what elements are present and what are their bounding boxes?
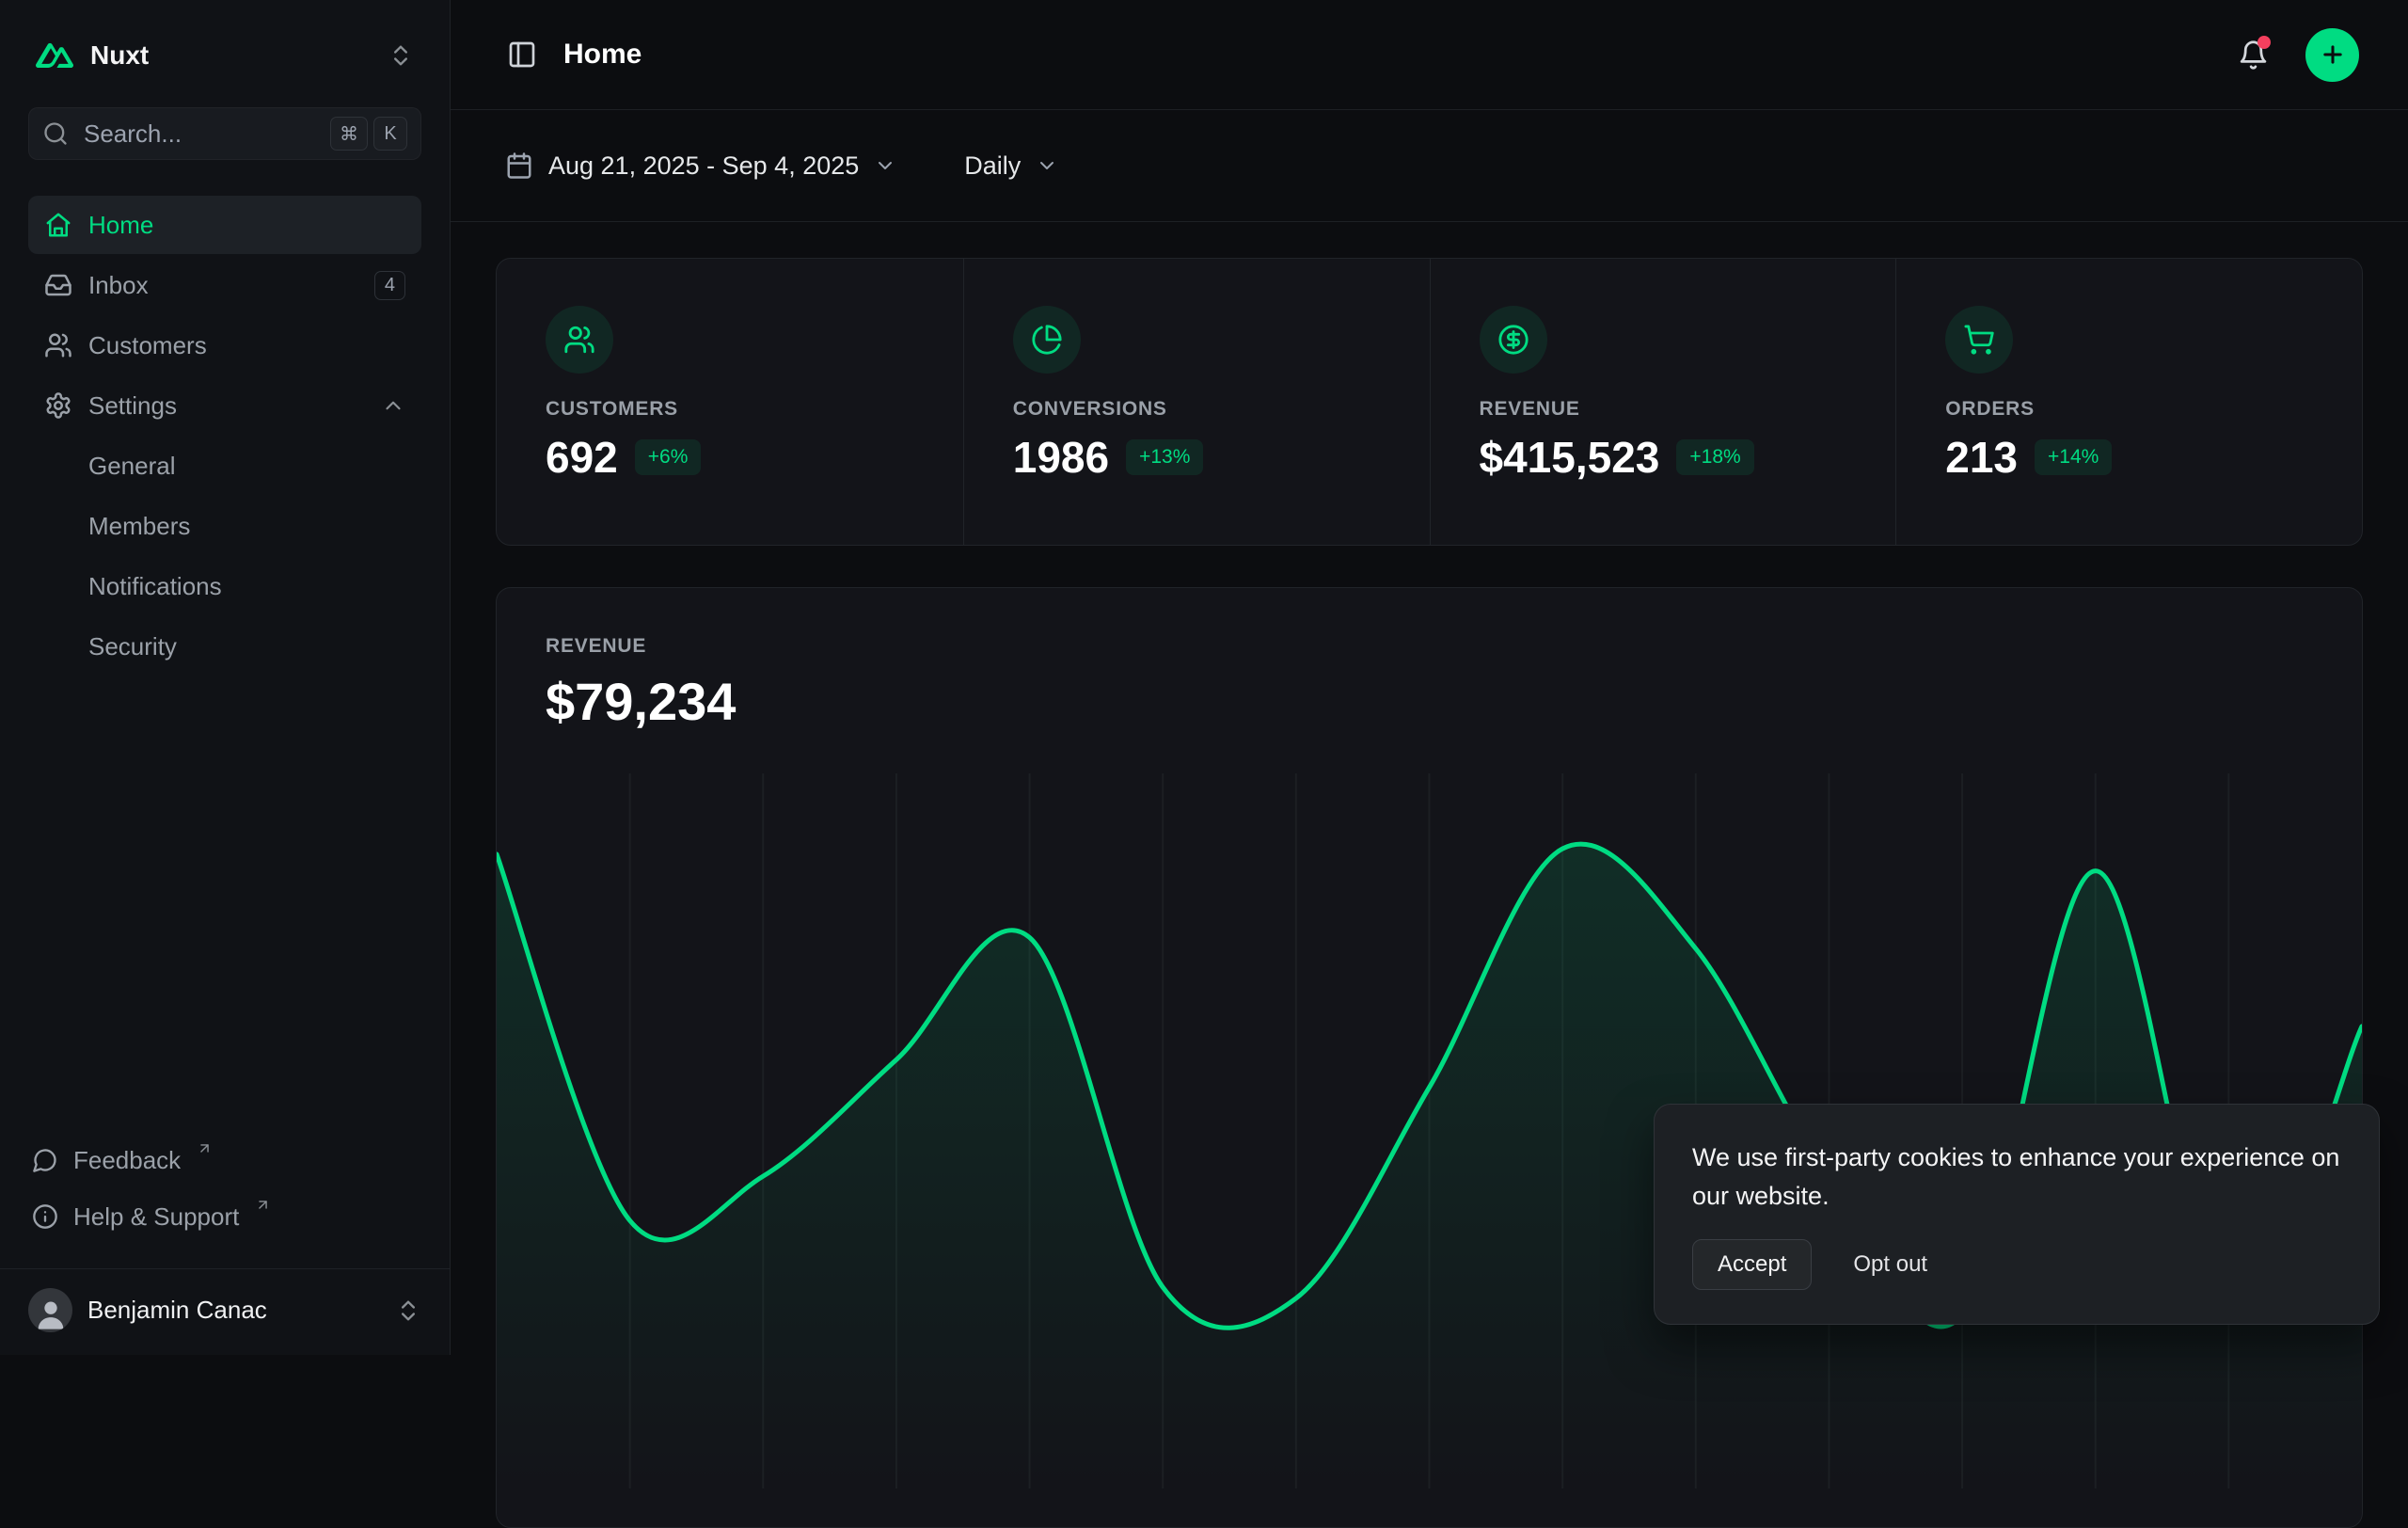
- date-range-picker[interactable]: Aug 21, 2025 - Sep 4, 2025: [496, 151, 906, 181]
- stats-card: CUSTOMERS 692 +6% CONVERSIONS 1986 +13%: [496, 258, 2363, 546]
- info-circle-icon: [32, 1203, 58, 1230]
- users-icon: [44, 331, 72, 359]
- nuxt-logo-icon: [36, 37, 73, 74]
- users-icon: [546, 306, 613, 374]
- sidebar-item-inbox[interactable]: Inbox 4: [28, 256, 421, 314]
- sidebar-item-label: Inbox: [88, 271, 149, 300]
- stat-value: $415,523: [1480, 432, 1660, 483]
- granularity-select[interactable]: Daily: [955, 151, 1068, 181]
- help-support-label: Help & Support: [73, 1202, 239, 1232]
- sidebar-item-label: Customers: [88, 331, 207, 360]
- stat-value: 692: [546, 432, 618, 483]
- external-link-icon: [255, 1197, 271, 1213]
- sidebar-item-settings[interactable]: Settings: [28, 376, 421, 435]
- stat-conversions: CONVERSIONS 1986 +13%: [963, 259, 1430, 545]
- sidebar-subitem-notifications[interactable]: Notifications: [28, 557, 421, 615]
- chevrons-up-down-icon: [388, 42, 414, 69]
- search-input[interactable]: [82, 119, 317, 150]
- stat-delta-badge: +14%: [2035, 439, 2112, 475]
- sidebar: Nuxt ⌘ K Home: [0, 0, 451, 1355]
- search-box[interactable]: ⌘ K: [28, 107, 421, 160]
- sidebar-footer-links: Feedback Help & Support: [28, 1137, 421, 1255]
- stat-delta-badge: +18%: [1676, 439, 1753, 475]
- date-range-label: Aug 21, 2025 - Sep 4, 2025: [548, 151, 859, 181]
- cookie-message: We use first-party cookies to enhance yo…: [1692, 1138, 2341, 1215]
- chevron-down-icon: [874, 154, 896, 177]
- notifications-button[interactable]: [2234, 36, 2272, 73]
- stat-value: 213: [1945, 432, 2018, 483]
- avatar: [28, 1288, 72, 1332]
- user-menu[interactable]: Benjamin Canac: [0, 1268, 450, 1355]
- external-link-icon: [197, 1140, 213, 1156]
- cookie-consent-toast: We use first-party cookies to enhance yo…: [1654, 1104, 2380, 1325]
- brand-name: Nuxt: [90, 40, 149, 71]
- stat-customers: CUSTOMERS 692 +6%: [497, 259, 963, 545]
- stat-value: 1986: [1013, 432, 1109, 483]
- panel-left-icon: [507, 40, 537, 70]
- inbox-icon: [44, 271, 72, 299]
- help-support-link[interactable]: Help & Support: [32, 1193, 418, 1240]
- sidebar-subitem-security[interactable]: Security: [28, 617, 421, 676]
- stat-delta-badge: +13%: [1126, 439, 1203, 475]
- kbd-k: K: [373, 117, 407, 151]
- kbd-command: ⌘: [330, 117, 368, 151]
- sidebar-item-label: Home: [88, 211, 153, 240]
- user-name: Benjamin Canac: [87, 1296, 267, 1325]
- chevron-down-icon: [1036, 154, 1058, 177]
- notification-dot: [2258, 36, 2271, 49]
- feedback-link[interactable]: Feedback: [32, 1137, 418, 1184]
- revenue-chart-card: REVENUE $79,234: [496, 587, 2363, 1528]
- feedback-label: Feedback: [73, 1146, 181, 1175]
- sidebar-subitem-general[interactable]: General: [28, 437, 421, 495]
- filters-bar: Aug 21, 2025 - Sep 4, 2025 Daily: [451, 110, 2408, 222]
- optout-cookies-button[interactable]: Opt out: [1853, 1251, 1927, 1278]
- sidebar-subitem-members[interactable]: Members: [28, 497, 421, 555]
- home-icon: [44, 211, 72, 239]
- revenue-card-label: REVENUE: [497, 635, 2362, 658]
- stat-label: ORDERS: [1945, 398, 2313, 421]
- team-switcher[interactable]: Nuxt: [28, 26, 421, 85]
- sidebar-toggle-button[interactable]: [503, 36, 541, 73]
- revenue-card-value: $79,234: [497, 671, 2362, 732]
- stat-revenue: REVENUE $415,523 +18%: [1430, 259, 1896, 545]
- chevron-up-icon: [381, 393, 405, 418]
- sidebar-nav: Home Inbox 4 Customers Settings: [28, 196, 421, 676]
- inbox-count-badge: 4: [374, 271, 405, 300]
- stat-label: REVENUE: [1480, 398, 1847, 421]
- dollar-circle-icon: [1480, 306, 1547, 374]
- calendar-icon: [505, 151, 533, 180]
- stat-delta-badge: +6%: [635, 439, 702, 475]
- granularity-label: Daily: [964, 151, 1021, 181]
- stat-label: CONVERSIONS: [1013, 398, 1381, 421]
- chevrons-up-down-icon: [395, 1297, 421, 1324]
- cart-icon: [1945, 306, 2013, 374]
- gear-icon: [44, 391, 72, 420]
- sidebar-item-home[interactable]: Home: [28, 196, 421, 254]
- accept-cookies-button[interactable]: Accept: [1692, 1239, 1812, 1290]
- search-icon: [42, 120, 69, 147]
- sidebar-item-customers[interactable]: Customers: [28, 316, 421, 374]
- stat-orders: ORDERS 213 +14%: [1895, 259, 2362, 545]
- add-button[interactable]: [2305, 28, 2359, 82]
- top-header: Home: [451, 0, 2408, 110]
- chat-bubble-icon: [32, 1147, 58, 1173]
- sidebar-item-label: Settings: [88, 391, 177, 421]
- page-title: Home: [563, 39, 642, 71]
- plus-icon: [2320, 41, 2346, 68]
- pie-chart-icon: [1013, 306, 1081, 374]
- stat-label: CUSTOMERS: [546, 398, 914, 421]
